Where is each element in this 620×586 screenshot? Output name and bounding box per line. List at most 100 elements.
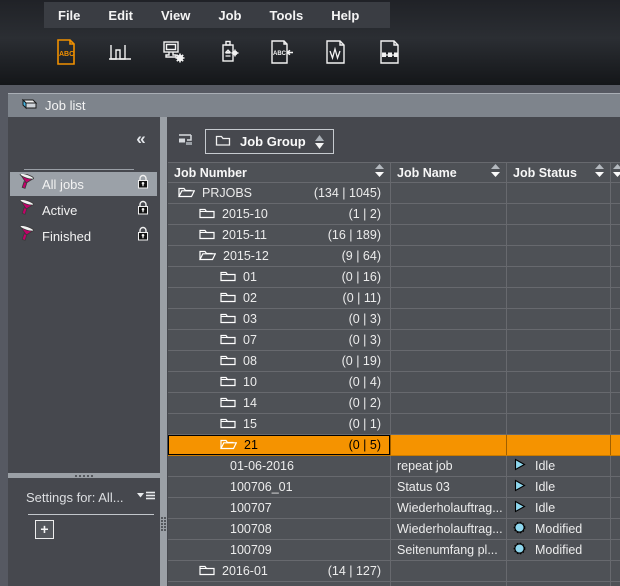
device-settings-icon[interactable] [214,36,242,68]
job-name-cell[interactable]: Wiederholauftrag... [391,519,507,539]
window-titlebar[interactable]: Job list [8,93,620,117]
job-group-row[interactable]: 2016-01(14 | 127) [168,561,620,582]
job-name-cell[interactable] [391,435,507,455]
job-number-cell[interactable]: 08(0 | 19) [168,351,391,371]
job-number-cell[interactable]: 01-06-2016 [168,456,391,476]
job-group-row[interactable]: 15(0 | 1) [168,414,620,435]
job-group-row[interactable] [168,582,620,586]
job-status-cell[interactable] [507,225,611,245]
job-name-cell[interactable] [391,582,507,586]
job-name-cell[interactable] [391,393,507,413]
job-status-cell[interactable] [507,288,611,308]
job-group-row[interactable]: 14(0 | 2) [168,393,620,414]
job-name-cell[interactable] [391,372,507,392]
job-number-cell[interactable]: 2015-12(9 | 64) [168,246,391,266]
job-group-row[interactable]: PRJOBS(134 | 1045) [168,183,620,204]
job-row[interactable]: 100708Wiederholauftrag...Modified [168,519,620,540]
job-row[interactable]: 100706_01Status 03Idle [168,477,620,498]
job-name-cell[interactable] [391,309,507,329]
job-group-row[interactable]: 02(0 | 11) [168,288,620,309]
job-name-cell[interactable]: repeat job [391,456,507,476]
job-status-cell[interactable] [507,309,611,329]
job-row[interactable]: 01-06-2016repeat jobIdle [168,456,620,477]
job-group-row[interactable]: 2015-11(16 | 189) [168,225,620,246]
job-number-cell[interactable]: 2015-10(1 | 2) [168,204,391,224]
column-header-job-name[interactable]: Job Name [391,163,507,182]
job-status-cell[interactable] [507,582,611,586]
import-text-icon[interactable]: ABC [268,36,296,68]
job-number-cell[interactable] [168,582,391,586]
lock-icon[interactable] [137,174,149,194]
job-number-cell[interactable]: 2015-11(16 | 189) [168,225,391,245]
job-status-cell[interactable] [507,414,611,434]
collapse-tree-icon[interactable] [177,132,195,152]
job-number-cell[interactable]: 02(0 | 11) [168,288,391,308]
menu-item-job[interactable]: Job [218,8,241,23]
job-number-cell[interactable]: 21(0 | 5) [168,435,391,455]
job-name-cell[interactable] [391,330,507,350]
job-status-cell[interactable] [507,267,611,287]
job-group-row[interactable]: 2015-10(1 | 2) [168,204,620,225]
job-number-cell[interactable]: 100708 [168,519,391,539]
main-vertical-splitter[interactable] [160,117,167,586]
job-group-row[interactable]: 21(0 | 5) [168,435,620,456]
job-name-cell[interactable] [391,351,507,371]
job-status-cell[interactable] [507,204,611,224]
output-stack-icon[interactable] [106,36,134,68]
job-group-row[interactable]: 03(0 | 3) [168,309,620,330]
job-status-cell[interactable] [507,372,611,392]
menu-item-help[interactable]: Help [331,8,359,23]
job-number-cell[interactable]: 01(0 | 16) [168,267,391,287]
verify-document-icon[interactable] [322,36,350,68]
sidebar-filter-finished[interactable]: Finished [10,224,157,248]
job-number-cell[interactable]: 15(0 | 1) [168,414,391,434]
job-name-cell[interactable] [391,183,507,203]
lock-icon[interactable] [137,200,149,220]
job-number-cell[interactable]: 100706_01 [168,477,391,497]
job-number-cell[interactable]: 14(0 | 2) [168,393,391,413]
sort-icon[interactable] [491,164,500,181]
menu-item-edit[interactable]: Edit [108,8,133,23]
menu-item-tools[interactable]: Tools [269,8,303,23]
job-status-cell[interactable]: Idle [507,456,611,476]
job-number-cell[interactable]: PRJOBS(134 | 1045) [168,183,391,203]
job-status-cell[interactable] [507,561,611,581]
job-name-cell[interactable] [391,204,507,224]
job-group-row[interactable]: 07(0 | 3) [168,330,620,351]
job-group-row[interactable]: 10(0 | 4) [168,372,620,393]
sidebar-filter-all-jobs[interactable]: All jobs [10,172,157,196]
sidebar-collapse-button[interactable]: « [130,129,152,149]
sort-icon[interactable] [375,164,384,181]
job-list-document-icon[interactable]: ABC [52,36,80,68]
add-filter-button[interactable]: + [35,520,54,539]
job-name-cell[interactable] [391,267,507,287]
sidebar-horizontal-splitter[interactable] [8,473,160,478]
job-status-cell[interactable]: Idle [507,477,611,497]
job-status-cell[interactable]: Modified [507,519,611,539]
job-group-row[interactable]: 2015-12(9 | 64) [168,246,620,267]
job-name-cell[interactable] [391,414,507,434]
job-status-cell[interactable] [507,246,611,266]
job-status-cell[interactable]: Idle [507,498,611,518]
job-group-row[interactable]: 01(0 | 16) [168,267,620,288]
job-name-cell[interactable] [391,561,507,581]
lock-icon[interactable] [137,226,149,246]
job-group-row[interactable]: 08(0 | 19) [168,351,620,372]
job-name-cell[interactable]: Wiederholauftrag... [391,498,507,518]
job-status-cell[interactable] [507,435,611,455]
job-name-cell[interactable]: Status 03 [391,477,507,497]
job-number-cell[interactable]: 07(0 | 3) [168,330,391,350]
job-name-cell[interactable] [391,288,507,308]
job-status-cell[interactable] [507,183,611,203]
menu-item-view[interactable]: View [161,8,190,23]
sort-icon[interactable] [595,164,604,181]
settings-dropdown-icon[interactable] [137,488,156,506]
job-number-cell[interactable]: 100709 [168,540,391,560]
job-name-cell[interactable] [391,246,507,266]
job-status-cell[interactable] [507,351,611,371]
job-number-cell[interactable]: 100707 [168,498,391,518]
column-header-job-number[interactable]: Job Number [168,163,391,182]
system-settings-icon[interactable] [160,36,188,68]
job-row[interactable]: 100709Seitenumfang pl...Modified [168,540,620,561]
job-number-cell[interactable]: 03(0 | 3) [168,309,391,329]
